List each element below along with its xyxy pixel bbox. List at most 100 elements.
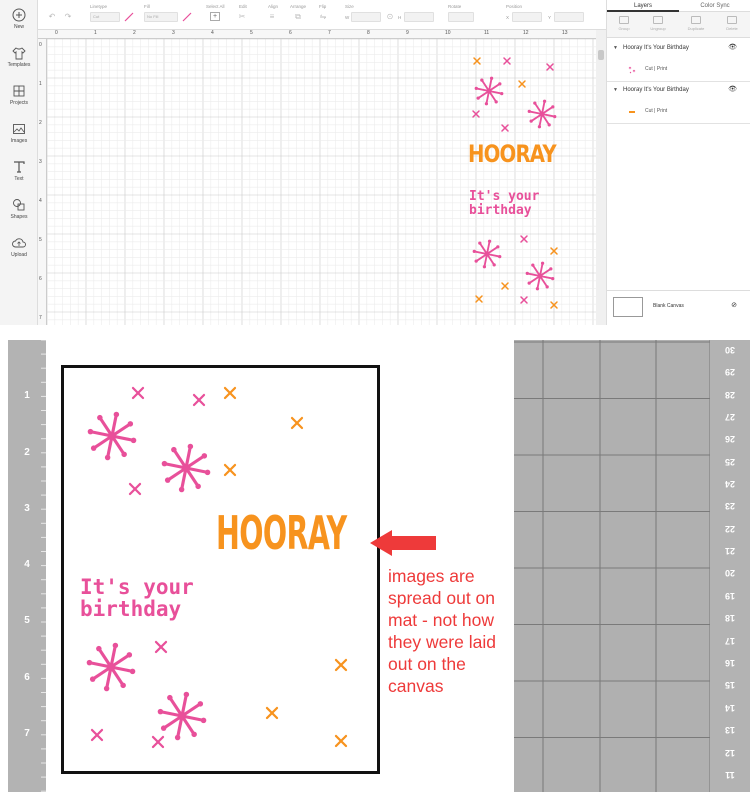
ruler-top-num: 12 — [523, 30, 529, 36]
canvas-scrollbar[interactable] — [596, 30, 606, 325]
layer-group-2[interactable]: ▼ Hooray It's Your Birthday 👁 — [607, 82, 750, 98]
pink-cross — [192, 393, 206, 407]
star-burst — [527, 99, 557, 129]
nav-text[interactable]: Text — [0, 160, 38, 182]
nav-new[interactable]: New — [0, 8, 38, 30]
arrange-icon[interactable]: ⧉ — [292, 12, 304, 22]
shapes-icon — [13, 199, 25, 211]
select-all-label: Select All — [206, 4, 225, 9]
tab-layers[interactable]: Layers — [607, 0, 679, 12]
position-y-label: Y — [548, 15, 552, 20]
left-nav: New Templates Projects Images Text Shape… — [0, 0, 38, 325]
ruler-top-num: 4 — [211, 30, 214, 36]
nav-upload[interactable]: Upload — [0, 236, 38, 258]
size-width-input[interactable] — [351, 12, 381, 22]
grid-icon — [13, 85, 25, 97]
group-button-label: Group — [618, 26, 630, 31]
mat-ruler-right-num: 29 — [725, 367, 736, 377]
ungroup-button[interactable]: Ungroup — [645, 16, 671, 31]
delete-button[interactable]: Delete — [719, 16, 745, 31]
pink-cross — [151, 735, 165, 749]
undo-icon[interactable]: ↶ — [46, 12, 58, 22]
ruler-top-num: 6 — [289, 30, 292, 36]
position-y-input[interactable] — [554, 12, 584, 22]
group-button[interactable]: Group — [611, 16, 637, 31]
ruler-top-num: 0 — [55, 30, 58, 36]
pink-cross — [154, 640, 168, 654]
orange-cross — [550, 247, 558, 255]
position-x-input[interactable] — [512, 12, 542, 22]
redo-icon[interactable]: ↷ — [62, 12, 74, 22]
eye-icon[interactable]: 👁 — [728, 40, 737, 56]
mat-ruler-right-num: 23 — [725, 501, 736, 511]
orange-cross — [223, 463, 237, 477]
mat-ruler-right-num: 24 — [725, 479, 736, 489]
ruler-top: 0 1 2 3 4 5 6 7 8 9 10 11 12 13 — [38, 30, 596, 39]
tab-color-sync[interactable]: Color Sync — [679, 0, 750, 12]
arrange-label: Arrange — [290, 4, 307, 9]
pink-cross — [520, 296, 528, 304]
mat-ruler-right-num: 15 — [725, 680, 736, 690]
orange-cross — [265, 706, 279, 720]
ruler-top-num: 2 — [133, 30, 136, 36]
mat-ruler-right-num: 20 — [725, 568, 736, 578]
image-icon — [13, 124, 25, 134]
blank-canvas-swatch[interactable] — [613, 297, 643, 317]
flip-icon[interactable]: ⇋ — [317, 12, 329, 22]
rotate-input[interactable] — [448, 12, 474, 22]
layer-item-1[interactable]: Cut | Print — [607, 58, 750, 82]
size-height-input[interactable] — [404, 12, 434, 22]
blank-canvas-row[interactable]: Blank Canvas ⊘ — [607, 290, 750, 320]
nav-projects[interactable]: Projects — [0, 84, 38, 106]
mat-ruler-right: 30 29 28 27 26 25 24 23 22 21 20 19 18 1… — [710, 340, 750, 792]
lock-icon[interactable]: ⊙ — [384, 12, 396, 22]
ruler-top-num: 5 — [250, 30, 253, 36]
ruler-top-num: 9 — [406, 30, 409, 36]
mat-design[interactable] — [64, 368, 377, 771]
canvas-hooray-text[interactable]: HOORAY — [468, 140, 557, 168]
edit-label: Edit — [239, 4, 247, 9]
linetype-color-icon[interactable] — [124, 12, 134, 22]
shirt-icon — [12, 47, 26, 60]
orange-cross — [501, 282, 509, 290]
canvas-bday-text[interactable]: It's your birthday — [469, 190, 539, 217]
mat-ruler-right-num: 14 — [725, 703, 736, 713]
ruler-left-num: 0 — [39, 42, 42, 48]
caret-down-icon[interactable]: ▼ — [613, 40, 618, 56]
caret-down-icon[interactable]: ▼ — [613, 82, 618, 98]
nav-templates[interactable]: Templates — [0, 46, 38, 68]
align-icon[interactable]: ≡ — [266, 12, 278, 22]
select-all-icon[interactable]: + — [210, 12, 220, 21]
nav-upload-label: Upload — [11, 252, 27, 258]
duplicate-button[interactable]: Duplicate — [683, 16, 709, 31]
nav-shapes[interactable]: Shapes — [0, 198, 38, 220]
mat-ruler-right-num: 13 — [725, 725, 736, 735]
mat-hooray-text[interactable]: HOORAY — [216, 506, 347, 560]
ruler-left-num: 5 — [39, 237, 42, 243]
star-burst — [86, 642, 136, 692]
fill-color-icon[interactable] — [182, 12, 192, 22]
eye-icon[interactable]: 👁 — [728, 82, 737, 98]
pink-cross — [472, 110, 480, 118]
layer-thumb-pink — [628, 66, 636, 74]
canvas-bday-line1: It's your — [469, 189, 540, 204]
layer-item-2[interactable]: Cut | Print — [607, 100, 750, 124]
layer-group-1[interactable]: ▼ Hooray It's Your Birthday 👁 — [607, 40, 750, 56]
text-icon — [14, 161, 25, 173]
mat-preview-screenshot: 1 2 3 4 5 6 7 HOORAY It's your birthday … — [0, 340, 750, 792]
canvas-design[interactable] — [462, 50, 572, 315]
mat-grid-lines — [514, 340, 710, 792]
mat-bday-text[interactable]: It's your birthday — [80, 576, 194, 620]
canvas-crosses — [472, 57, 558, 309]
scrollbar-thumb[interactable] — [598, 50, 604, 60]
mat-bday-line1: It's your — [80, 575, 194, 599]
edit-scissors-icon[interactable]: ✂ — [236, 12, 248, 22]
fill-select[interactable]: No Fill — [144, 12, 178, 22]
ruler-left-num: 1 — [39, 81, 42, 87]
orange-cross — [334, 734, 348, 748]
nav-images[interactable]: Images — [0, 122, 38, 144]
linetype-select[interactable]: Cut — [90, 12, 120, 22]
duplicate-button-label: Duplicate — [687, 26, 705, 31]
star-burst — [87, 411, 137, 461]
eye-hidden-icon[interactable]: ⊘ — [731, 301, 737, 309]
